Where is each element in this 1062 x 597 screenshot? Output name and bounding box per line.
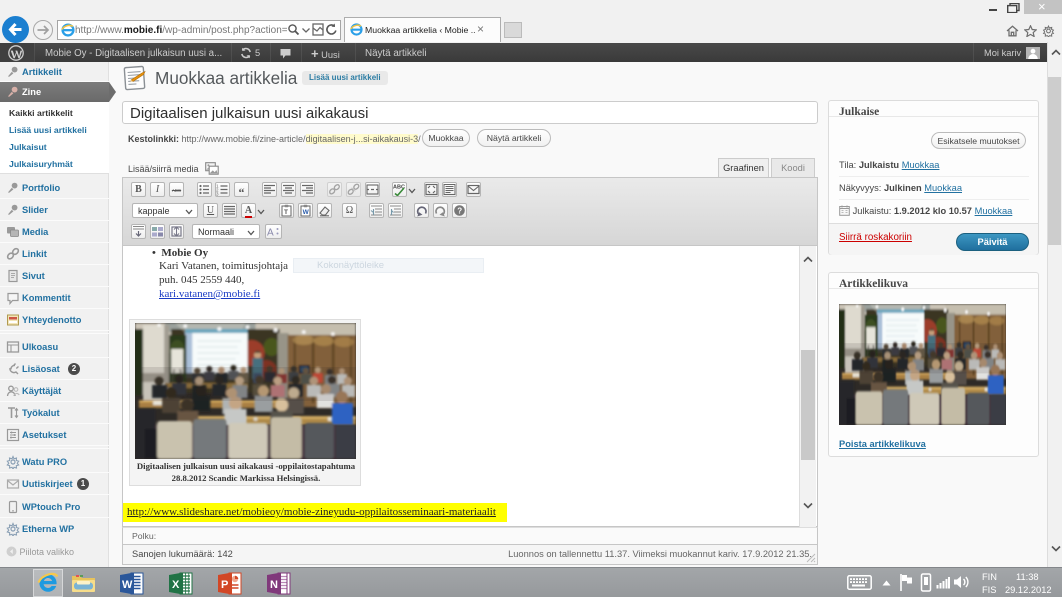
svg-text:X: X — [172, 579, 180, 591]
svg-text:W: W — [303, 209, 310, 216]
svg-text:?: ? — [457, 207, 462, 216]
svg-text:A: A — [267, 228, 274, 239]
svg-text:P: P — [221, 579, 228, 591]
svg-text:N: N — [270, 579, 278, 591]
svg-text:3: 3 — [216, 192, 219, 196]
svg-text:W: W — [122, 579, 133, 591]
svg-text:T: T — [284, 209, 288, 216]
